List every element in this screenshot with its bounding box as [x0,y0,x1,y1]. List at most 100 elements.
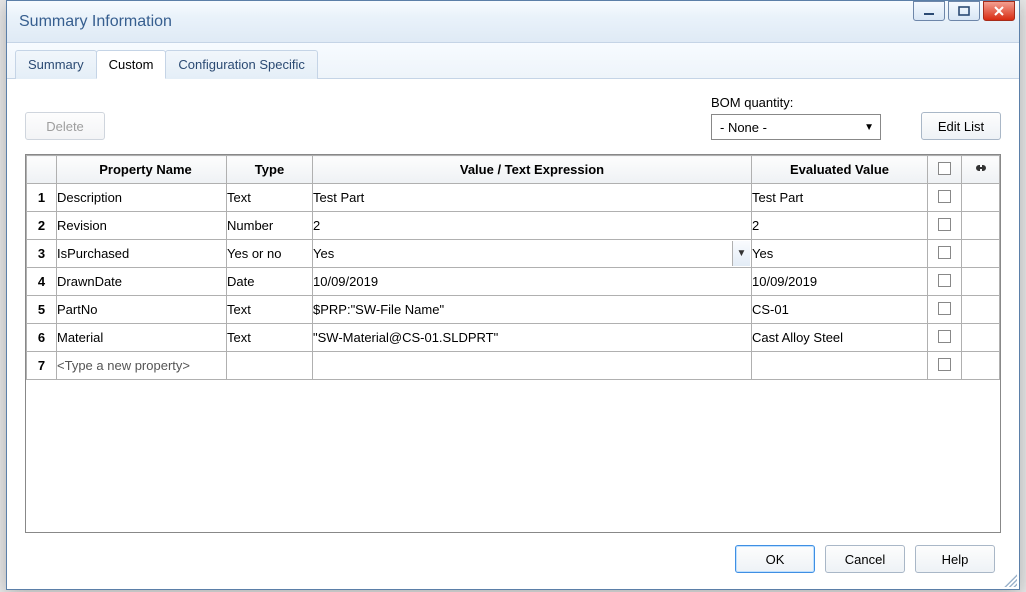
cell-type[interactable]: Text [227,324,313,352]
table-row[interactable]: 6MaterialText"SW-Material@CS-01.SLDPRT"C… [27,324,1000,352]
bom-quantity-select[interactable]: - None - ▼ [711,114,881,140]
checkbox-icon [938,330,951,343]
col-header-checkbox[interactable] [928,156,962,184]
cell-value-expression[interactable]: 2 [313,212,752,240]
cell-evaluated-value: Cast Alloy Steel [752,324,928,352]
tab-strip: Summary Custom Configuration Specific [7,43,1019,79]
cell-value-expression[interactable]: 10/09/2019 [313,268,752,296]
col-header-link[interactable] [962,156,1000,184]
row-number: 2 [27,212,57,240]
tab-summary[interactable]: Summary [15,50,97,79]
checkbox-icon [938,246,951,259]
checkbox-icon [938,358,951,371]
table-row[interactable]: 3IsPurchasedYes or noYes▼Yes [27,240,1000,268]
tab-configuration-specific[interactable]: Configuration Specific [165,50,317,79]
bom-quantity-label: BOM quantity: [711,95,881,110]
cell-link[interactable] [962,324,1000,352]
table-row[interactable]: 1DescriptionTextTest PartTest Part [27,184,1000,212]
titlebar: Summary Information [7,1,1019,43]
content-area: Delete BOM quantity: - None - ▼ Edit Lis… [7,79,1019,589]
cell-dropdown-button[interactable]: ▼ [732,241,750,266]
bom-quantity-block: BOM quantity: - None - ▼ [711,95,881,140]
cell-type[interactable]: Text [227,296,313,324]
close-button[interactable] [983,1,1015,21]
cell-type[interactable]: Date [227,268,313,296]
dialog-footer: OK Cancel Help [25,533,1001,579]
cell-property-name[interactable]: Material [57,324,227,352]
cell-value-expression[interactable]: Test Part [313,184,752,212]
tab-custom[interactable]: Custom [96,50,167,79]
checkbox-icon [938,302,951,315]
toolbar-right: BOM quantity: - None - ▼ Edit List [711,95,1001,140]
cell-checkbox[interactable] [928,240,962,268]
cell-link[interactable] [962,296,1000,324]
row-number: 3 [27,240,57,268]
cell-checkbox[interactable] [928,184,962,212]
cell-link[interactable] [962,240,1000,268]
cell-type[interactable]: Yes or no [227,240,313,268]
cell-property-name[interactable]: Description [57,184,227,212]
cell-evaluated-value: CS-01 [752,296,928,324]
minimize-button[interactable] [913,1,945,21]
table-row[interactable]: 5PartNoText$PRP:"SW-File Name"CS-01 [27,296,1000,324]
close-icon [993,6,1005,16]
cell-evaluated-value: 2 [752,212,928,240]
cell-evaluated-value: Yes [752,240,928,268]
link-icon [972,162,990,174]
checkbox-icon [938,218,951,231]
col-header-value-expression[interactable]: Value / Text Expression [313,156,752,184]
cell-link[interactable] [962,212,1000,240]
col-header-property-name[interactable]: Property Name [57,156,227,184]
grid-header-row: Property Name Type Value / Text Expressi… [27,156,1000,184]
cell-type[interactable]: Text [227,184,313,212]
cell-link[interactable] [962,268,1000,296]
edit-list-button[interactable]: Edit List [921,112,1001,140]
cell-value-expression[interactable]: $PRP:"SW-File Name" [313,296,752,324]
cell-checkbox[interactable] [928,268,962,296]
cell-checkbox[interactable] [928,324,962,352]
row-number: 4 [27,268,57,296]
resize-grip[interactable] [1001,571,1017,587]
maximize-button[interactable] [948,1,980,21]
cancel-button[interactable]: Cancel [825,545,905,573]
table-row[interactable]: 2RevisionNumber22 [27,212,1000,240]
cell-property-name[interactable]: IsPurchased [57,240,227,268]
col-header-type[interactable]: Type [227,156,313,184]
checkbox-icon [938,162,951,175]
row-number: 5 [27,296,57,324]
cell-checkbox[interactable] [928,352,962,380]
dialog-window: Summary Information Summary Custom Confi… [6,0,1020,590]
toolbar: Delete BOM quantity: - None - ▼ Edit Lis… [25,95,1001,140]
cell-evaluated-value: 10/09/2019 [752,268,928,296]
table-row-new[interactable]: 7<Type a new property> [27,352,1000,380]
cell-property-name[interactable]: PartNo [57,296,227,324]
cell-property-name[interactable]: DrawnDate [57,268,227,296]
row-number: 1 [27,184,57,212]
new-property-placeholder[interactable]: <Type a new property> [57,352,227,380]
col-header-evaluated-value[interactable]: Evaluated Value [752,156,928,184]
window-controls [913,1,1015,21]
cell-type[interactable]: Number [227,212,313,240]
delete-button[interactable]: Delete [25,112,105,140]
table-row[interactable]: 4DrawnDateDate10/09/201910/09/2019 [27,268,1000,296]
empty-cell[interactable] [313,352,752,380]
properties-grid: Property Name Type Value / Text Expressi… [25,154,1001,533]
empty-cell[interactable] [227,352,313,380]
checkbox-icon [938,190,951,203]
window-title: Summary Information [19,13,172,31]
help-button[interactable]: Help [915,545,995,573]
minimize-icon [923,6,935,16]
row-number: 7 [27,352,57,380]
cell-checkbox[interactable] [928,296,962,324]
empty-cell[interactable] [752,352,928,380]
cell-value-expression[interactable]: "SW-Material@CS-01.SLDPRT" [313,324,752,352]
chevron-down-icon: ▼ [864,122,874,133]
cell-link[interactable] [962,352,1000,380]
cell-link[interactable] [962,184,1000,212]
cell-checkbox[interactable] [928,212,962,240]
cell-value-expression[interactable]: Yes▼ [313,240,752,268]
grid-corner [27,156,57,184]
checkbox-icon [938,274,951,287]
cell-property-name[interactable]: Revision [57,212,227,240]
ok-button[interactable]: OK [735,545,815,573]
